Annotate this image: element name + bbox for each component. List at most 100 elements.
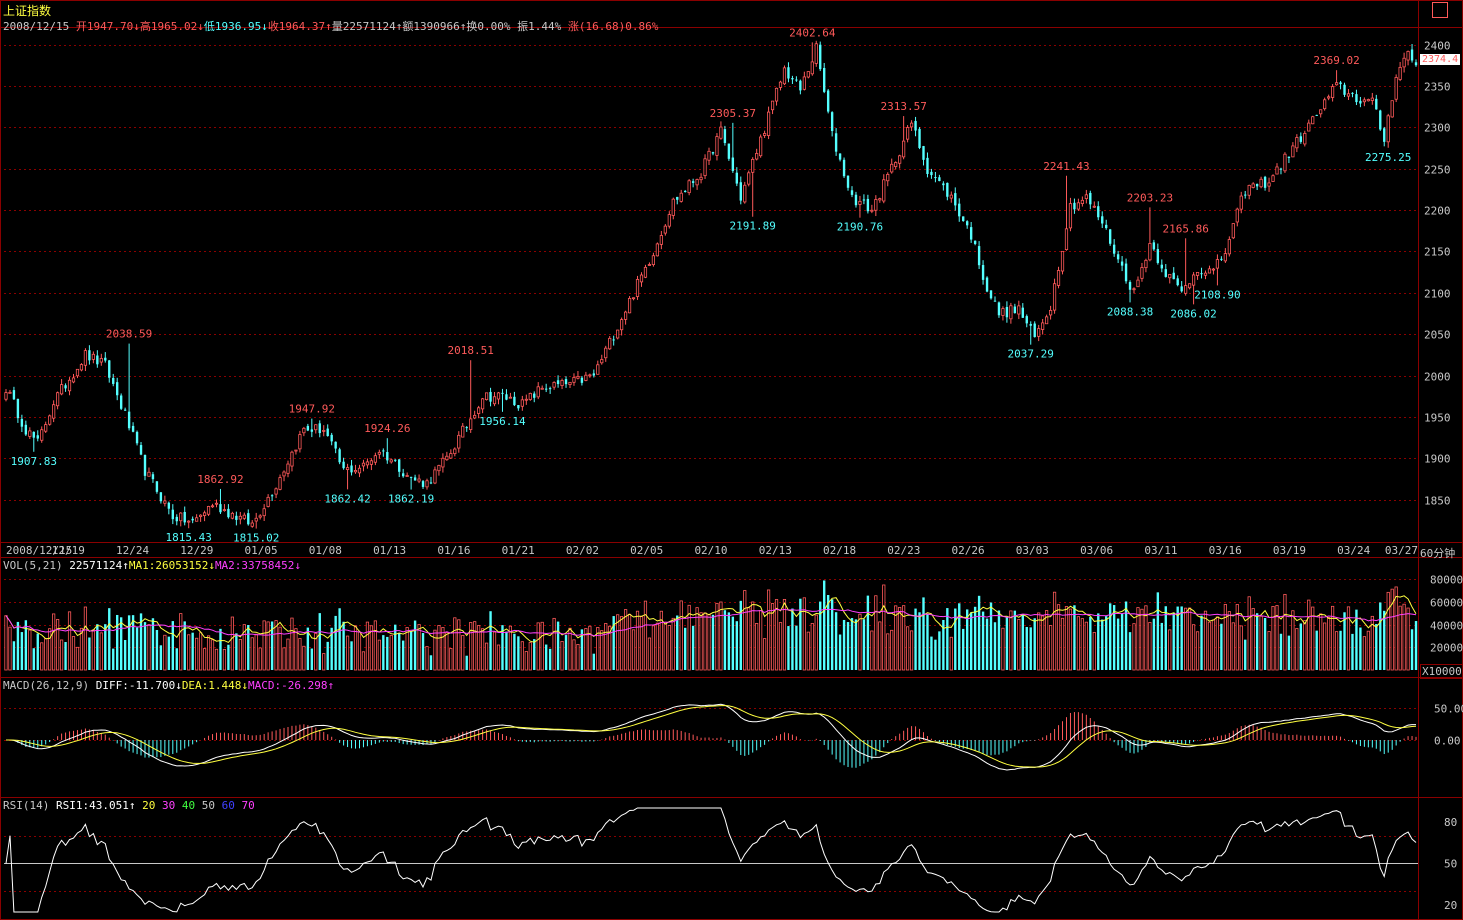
candle-body (44, 424, 48, 432)
macd-dea-line (6, 704, 1417, 768)
volume-bar (949, 636, 953, 671)
volume-bar (1116, 618, 1120, 670)
candle-body (517, 405, 520, 409)
candle-body (1203, 272, 1208, 276)
candle-body (1343, 84, 1346, 95)
volume-bar (946, 608, 949, 670)
candle-body (715, 136, 719, 156)
candle-body (306, 425, 310, 431)
volume-bar (1267, 631, 1271, 671)
volume-bar (1101, 619, 1104, 670)
volume-bar (219, 628, 222, 670)
candle-body (1025, 316, 1028, 324)
candle-body (556, 380, 560, 385)
candle-body (119, 395, 123, 409)
volume-bar (643, 600, 648, 671)
quote-high: 高1965.02↓ (139, 20, 204, 33)
macd-legend: MACD(26,12,9) DIFF:-11.700↓DEA:1.448↓MAC… (3, 679, 334, 692)
stock-chart-canvas[interactable]: 1850190019502000205021002150220022502300… (0, 0, 1463, 920)
candle-body (1037, 328, 1041, 337)
candle-body (394, 459, 397, 461)
volume-bar (298, 638, 302, 671)
candle-body (1052, 283, 1057, 311)
candle-body (334, 441, 337, 449)
volume-bar (997, 610, 1001, 670)
volume-bar (647, 637, 652, 671)
price-tick-label: 2250 (1424, 164, 1451, 177)
candle-body (627, 298, 632, 314)
volume-bar (1084, 621, 1088, 671)
candle-body (842, 159, 846, 177)
volume-bar (556, 621, 560, 670)
volume-bar (1184, 607, 1188, 671)
volume-bar (67, 611, 72, 671)
price-extreme-label: 2275.25 (1365, 151, 1411, 164)
macd-diff-line (6, 703, 1416, 771)
price-tick-label: 1850 (1424, 495, 1451, 508)
macd-indicator: MACD(26,12,9) (3, 679, 90, 692)
volume-bar (8, 626, 12, 671)
candle-body (699, 176, 703, 181)
candle-body (1097, 206, 1100, 218)
volume-bar (247, 625, 250, 670)
candle-body (1379, 110, 1382, 130)
volume-bar (819, 601, 822, 670)
price-extreme-label: 2165.86 (1162, 222, 1208, 235)
candle-body (1056, 270, 1061, 286)
volume-bar (175, 648, 178, 670)
period-label[interactable]: 60分钟 (1420, 545, 1455, 561)
candle-body (564, 379, 568, 385)
candle-body (310, 429, 314, 432)
volume-bar (290, 617, 294, 671)
candle-body (874, 199, 878, 211)
candle-body (505, 394, 508, 400)
volume-bar (631, 629, 636, 671)
candle-body (143, 454, 147, 476)
candle-body (882, 179, 886, 202)
volume-bar (318, 613, 321, 670)
candle-body (1271, 175, 1275, 182)
volume-bar (167, 636, 171, 670)
candle-body (127, 411, 131, 429)
candle-body (508, 396, 513, 399)
volume-bar (282, 647, 286, 671)
rsi-line (5, 807, 1417, 913)
rsi-level-40: 40 (181, 799, 196, 812)
volume-bar (143, 622, 147, 670)
volume-bar (1299, 623, 1303, 670)
price-extreme-label: 1907.83 (11, 455, 57, 468)
candle-body (1009, 305, 1013, 320)
candle-body (1112, 244, 1116, 254)
volume-bar (1319, 613, 1323, 671)
volume-bar (651, 625, 655, 671)
candle-body (88, 350, 91, 361)
volume-bar (202, 648, 207, 671)
candle-body (1307, 122, 1311, 132)
candle-body (1092, 205, 1096, 208)
candle-body (278, 477, 282, 490)
candle-body (930, 171, 933, 176)
volume-bar (386, 636, 389, 670)
date-tick-label: 12/19 (52, 544, 85, 557)
candle-body (1195, 271, 1200, 276)
window-control-button[interactable] (1432, 2, 1448, 18)
volume-bar (445, 632, 449, 671)
rsi-tick-label: 20 (1444, 899, 1457, 912)
candle-body (1414, 62, 1418, 66)
date-tick-label: 01/05 (245, 544, 278, 557)
volume-bar (1259, 615, 1263, 671)
volume-bar (1323, 622, 1327, 671)
date-tick-label: 03/27 (1385, 544, 1418, 557)
candle-body (1184, 285, 1188, 294)
candle-body (1259, 178, 1263, 188)
candle-body (778, 81, 783, 88)
candle-body (727, 143, 731, 159)
volume-bar (116, 614, 119, 670)
macd-tick-label: 50.00 (1434, 703, 1463, 716)
candle-body (1188, 283, 1192, 289)
candle-body (513, 396, 516, 406)
candle-body (850, 190, 854, 195)
candle-body (1291, 145, 1295, 158)
candle-body (108, 360, 111, 378)
candle-body (1108, 229, 1112, 244)
